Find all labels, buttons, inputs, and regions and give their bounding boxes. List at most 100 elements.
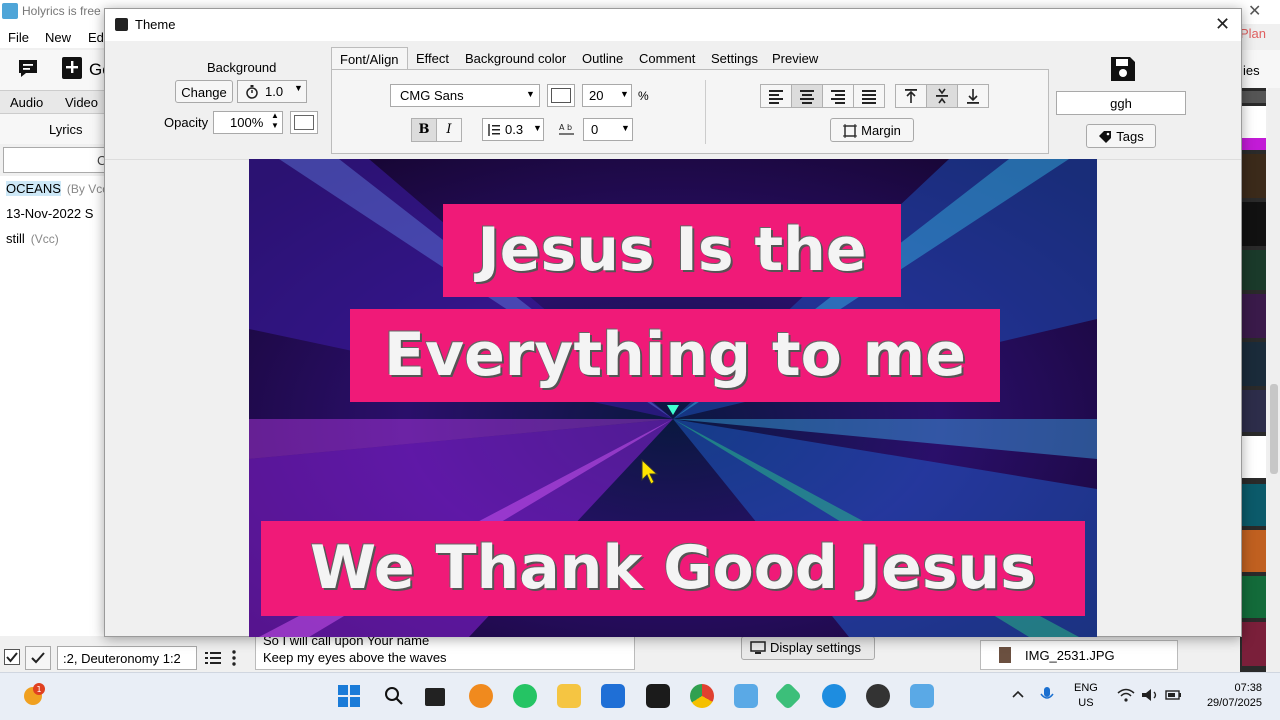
file-explorer-icon[interactable]: [557, 684, 581, 708]
input-language-indicator[interactable]: ENG US: [1074, 681, 1098, 711]
menu-new[interactable]: New: [45, 30, 71, 45]
blender-icon[interactable]: [469, 684, 493, 708]
lyrics-header: Lyrics: [0, 114, 110, 144]
holyrics-icon[interactable]: [910, 684, 934, 708]
menu-file[interactable]: File: [8, 30, 29, 45]
align-bottom-button[interactable]: [957, 84, 989, 108]
song-author: (By Vcc: [66, 182, 109, 196]
align-left-button[interactable]: [760, 84, 792, 108]
preview-line: Keep my eyes above the waves: [263, 650, 447, 665]
spinner-arrows-icon[interactable]: ▲ ▼: [271, 111, 279, 131]
align-right-button[interactable]: [822, 84, 854, 108]
tab-video[interactable]: Video: [65, 95, 98, 110]
tab-settings[interactable]: Settings: [703, 47, 766, 71]
chat-icon[interactable]: [17, 58, 39, 78]
margin-icon: [843, 124, 858, 138]
add-document-icon[interactable]: [61, 56, 83, 80]
theme-thumbnail[interactable]: [1242, 202, 1266, 246]
camera-app-icon[interactable]: [646, 684, 670, 708]
justify-button[interactable]: [853, 84, 885, 108]
tab-effect[interactable]: Effect: [408, 47, 457, 71]
thumbnail-scrollbar[interactable]: [1268, 88, 1280, 673]
dialog-title: Theme: [135, 17, 176, 32]
tab-audio[interactable]: Audio: [10, 95, 43, 110]
background-color-swatch[interactable]: [290, 111, 318, 134]
theme-thumbnail[interactable]: [1242, 342, 1266, 386]
tab-comment[interactable]: Comment: [631, 47, 703, 71]
theme-thumbnail[interactable]: [1242, 91, 1266, 103]
plan-button[interactable]: Plan: [1240, 26, 1266, 41]
obs-icon[interactable]: [866, 684, 890, 708]
more-options-icon[interactable]: [231, 650, 237, 666]
clock[interactable]: 07:38 29/07/2025: [1198, 681, 1262, 711]
theme-thumbnail[interactable]: [1242, 250, 1266, 290]
italic-button[interactable]: I: [436, 118, 462, 142]
wifi-icon[interactable]: [1117, 688, 1135, 702]
close-icon[interactable]: ✕: [1215, 14, 1230, 35]
theme-thumbnail[interactable]: [1242, 484, 1266, 526]
search-icon[interactable]: [384, 686, 404, 706]
save-icon[interactable]: [1110, 56, 1136, 82]
list-item[interactable]: still (Vcc): [6, 231, 59, 246]
windows-start-icon[interactable]: [338, 685, 360, 707]
transition-speed-select[interactable]: 1.0 ▼: [237, 80, 307, 103]
stopwatch-icon: [246, 85, 258, 99]
change-background-button[interactable]: Change: [175, 80, 233, 103]
theme-thumbnail[interactable]: [1242, 576, 1266, 618]
battery-icon[interactable]: [1165, 689, 1183, 701]
volume-icon[interactable]: [1141, 688, 1159, 702]
list-item[interactable]: OCEANS (By Vcc: [6, 181, 108, 196]
font-family-select[interactable]: CMG Sans ▼: [390, 84, 540, 107]
theme-thumbnail[interactable]: [1242, 622, 1266, 666]
list-item[interactable]: 13-Nov-2022 S: [6, 206, 93, 221]
align-center-button[interactable]: [791, 84, 823, 108]
verse-reference-field[interactable]: :2, Deuteronomy 1:2: [57, 646, 197, 670]
align-top-button[interactable]: [895, 84, 927, 108]
scrollbar-thumb[interactable]: [1270, 384, 1278, 474]
bold-button[interactable]: B: [411, 118, 437, 142]
tab-background-color[interactable]: Background color: [457, 47, 574, 71]
tags-button[interactable]: Tags: [1086, 124, 1156, 148]
font-align-panel: CMG Sans ▼ 20 ▼ % B I 0.3 ▼ Ab 0 ▼ Margi…: [331, 69, 1049, 154]
media-file-item[interactable]: IMG_2531.JPG: [980, 640, 1178, 670]
store-icon[interactable]: [601, 684, 625, 708]
chrome-icon[interactable]: [690, 684, 714, 708]
song-search-input[interactable]: C: [3, 147, 108, 173]
lyric-line: We Thank Good Jesus: [261, 521, 1085, 616]
song-list: OCEANS (By Vcc 13-Nov-2022 S still (Vcc): [0, 176, 110, 636]
theme-thumbnail[interactable]: [1242, 294, 1266, 338]
align-middle-button[interactable]: [926, 84, 958, 108]
media-tab-row: Audio Video: [0, 90, 110, 114]
theme-thumbnail[interactable]: [1242, 154, 1266, 198]
theme-thumbnail[interactable]: [1242, 530, 1266, 572]
line-spacing-select[interactable]: 0.3 ▼: [482, 118, 544, 141]
tab-preview[interactable]: Preview: [764, 47, 826, 71]
confirm-button[interactable]: [25, 646, 51, 670]
display-settings-button[interactable]: Display settings: [741, 636, 875, 660]
select-checkbox[interactable]: [4, 649, 20, 665]
weather-icon[interactable]: 1: [21, 682, 47, 708]
clock-date: 29/07/2025: [1206, 697, 1262, 709]
tab-font-align[interactable]: Font/Align: [331, 47, 408, 71]
right-tab-partial[interactable]: ies: [1243, 63, 1260, 78]
app-close-icon[interactable]: ✕: [1248, 1, 1261, 21]
opacity-spinner[interactable]: 100% ▲ ▼: [213, 111, 283, 134]
theme-thumbnail[interactable]: [1242, 390, 1266, 432]
chevron-up-icon[interactable]: [1011, 688, 1025, 700]
whatsapp-icon[interactable]: [513, 684, 537, 708]
theme-thumbnail[interactable]: [1242, 436, 1266, 478]
task-view-icon[interactable]: [425, 688, 445, 706]
theme-name-input[interactable]: ggh: [1056, 91, 1186, 115]
microphone-icon[interactable]: [1038, 685, 1060, 705]
tab-outline[interactable]: Outline: [574, 47, 631, 71]
list-icon[interactable]: [205, 651, 221, 665]
margin-button[interactable]: Margin: [830, 118, 914, 142]
edge-icon[interactable]: [822, 684, 846, 708]
font-size-select[interactable]: 20 ▼: [582, 84, 632, 107]
holyrics-icon[interactable]: [734, 684, 758, 708]
background-label: Background: [207, 60, 277, 75]
font-color-swatch[interactable]: [547, 84, 575, 107]
theme-thumbnail[interactable]: [1242, 106, 1266, 150]
character-spacing-select[interactable]: 0 ▼: [583, 118, 633, 141]
align-center-icon: [800, 90, 814, 104]
